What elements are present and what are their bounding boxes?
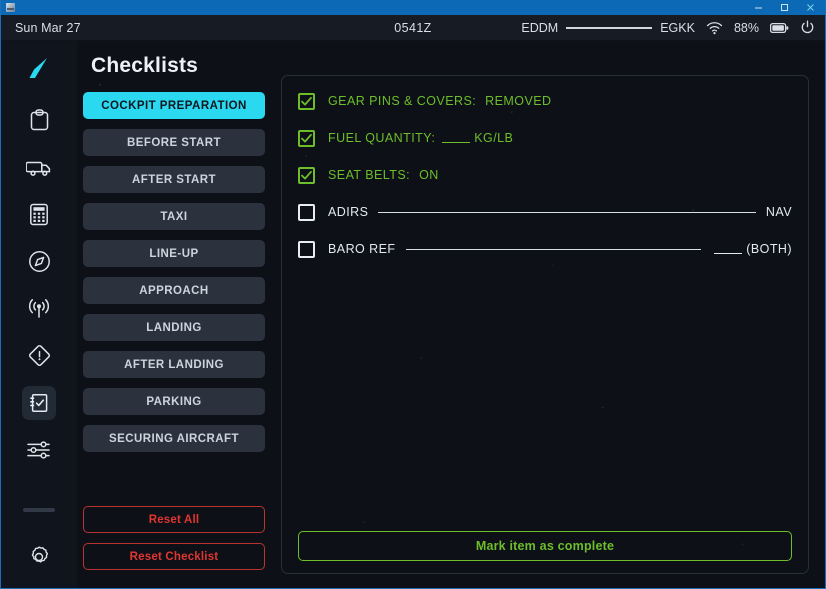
fill-in-blank bbox=[714, 245, 742, 254]
checklist-nav: Checklists COCKPIT PREPARATION BEFORE ST… bbox=[77, 41, 275, 588]
checkbox-unchecked-icon[interactable] bbox=[298, 204, 315, 221]
checklist-item-value-group: KG/LB bbox=[439, 131, 513, 145]
close-icon[interactable] bbox=[797, 0, 823, 15]
checklist-panel: GEAR PINS & COVERS: REMOVED FUEL QUANTIT… bbox=[281, 75, 809, 574]
checklist-item-value: REMOVED bbox=[485, 94, 551, 108]
app-window: Sun Mar 27 0541Z EDDM EGKK 88% bbox=[0, 0, 826, 589]
sidebar-item-checklists[interactable] bbox=[22, 386, 56, 420]
route-destination: EGKK bbox=[660, 21, 695, 35]
reset-checklist-button[interactable]: Reset Checklist bbox=[83, 543, 265, 570]
checklist-item-adirs[interactable]: ADIRS NAV bbox=[298, 201, 792, 223]
checklist-item-label: FUEL QUANTITY: bbox=[328, 131, 435, 145]
fill-in-blank bbox=[442, 134, 470, 143]
status-bar: Sun Mar 27 0541Z EDDM EGKK 88% bbox=[1, 15, 825, 41]
checkbox-checked-icon[interactable] bbox=[298, 167, 315, 184]
app-icon bbox=[6, 3, 15, 12]
calculator-icon bbox=[29, 203, 49, 226]
checklist-button-line-up[interactable]: LINE-UP bbox=[83, 240, 265, 267]
checklist-item-label: SEAT BELTS: bbox=[328, 168, 410, 182]
checklist-item-label: ADIRS bbox=[328, 205, 368, 219]
checkbox-checked-icon[interactable] bbox=[298, 130, 315, 147]
checklist-items: GEAR PINS & COVERS: REMOVED FUEL QUANTIT… bbox=[298, 90, 792, 531]
body-area: Checklists COCKPIT PREPARATION BEFORE ST… bbox=[1, 41, 825, 588]
rail-divider bbox=[23, 508, 55, 512]
checklist-item-gear-pins-covers[interactable]: GEAR PINS & COVERS: REMOVED bbox=[298, 90, 792, 112]
page-title: Checklists bbox=[91, 54, 265, 78]
maximize-icon[interactable] bbox=[771, 0, 797, 15]
checklist-item-label: GEAR PINS & COVERS: bbox=[328, 94, 476, 108]
sidebar-item-failures[interactable] bbox=[22, 339, 56, 373]
truck-icon bbox=[26, 158, 52, 178]
wifi-icon[interactable] bbox=[706, 21, 723, 35]
sidebar-item-atc[interactable] bbox=[22, 292, 56, 326]
checklist-item-value: NAV bbox=[766, 205, 792, 219]
leader-line bbox=[406, 249, 702, 250]
checkbox-checked-icon[interactable] bbox=[298, 93, 315, 110]
clipboard-icon bbox=[29, 109, 50, 132]
nav-spacer bbox=[83, 462, 265, 506]
status-right-group: EDDM EGKK 88% bbox=[521, 20, 815, 35]
checklist-item-baro-ref[interactable]: BARO REF (BOTH) bbox=[298, 238, 792, 260]
window-controls bbox=[745, 0, 823, 15]
window-titlebar bbox=[1, 0, 825, 15]
minimize-icon[interactable] bbox=[745, 0, 771, 15]
checklist-item-value: (BOTH) bbox=[746, 242, 792, 256]
checklist-item-seat-belts[interactable]: SEAT BELTS: ON bbox=[298, 164, 792, 186]
sidebar-item-settings[interactable] bbox=[22, 540, 56, 574]
status-date: Sun Mar 27 bbox=[15, 21, 81, 35]
sliders-icon bbox=[26, 440, 52, 460]
checklist-icon bbox=[28, 392, 50, 414]
sidebar-item-performance[interactable] bbox=[22, 198, 56, 232]
checklist-button-after-start[interactable]: AFTER START bbox=[83, 166, 265, 193]
leader-line bbox=[378, 212, 755, 213]
mark-item-complete-button[interactable]: Mark item as complete bbox=[298, 531, 792, 561]
route-origin: EDDM bbox=[521, 21, 558, 35]
battery-percent: 88% bbox=[734, 21, 759, 35]
checklist-button-after-landing[interactable]: AFTER LANDING bbox=[83, 351, 265, 378]
airline-tail-logo bbox=[17, 47, 61, 91]
compass-icon bbox=[28, 250, 51, 273]
battery-icon bbox=[770, 22, 789, 34]
checkbox-unchecked-icon[interactable] bbox=[298, 241, 315, 258]
checklist-button-securing-aircraft[interactable]: SECURING AIRCRAFT bbox=[83, 425, 265, 452]
checklist-item-value: ON bbox=[419, 168, 439, 182]
checklist-button-taxi[interactable]: TAXI bbox=[83, 203, 265, 230]
checklist-button-before-start[interactable]: BEFORE START bbox=[83, 129, 265, 156]
checklist-item-fuel-quantity[interactable]: FUEL QUANTITY: KG/LB bbox=[298, 127, 792, 149]
reset-all-button[interactable]: Reset All bbox=[83, 506, 265, 533]
checklist-item-value-group: (BOTH) bbox=[711, 242, 792, 256]
sidebar-item-navigation[interactable] bbox=[22, 245, 56, 279]
gear-icon bbox=[27, 545, 51, 569]
icon-rail bbox=[1, 41, 77, 588]
checklist-item-value: KG/LB bbox=[474, 131, 513, 145]
sidebar-item-controls[interactable] bbox=[22, 433, 56, 467]
checklist-button-approach[interactable]: APPROACH bbox=[83, 277, 265, 304]
sidebar-item-dispatch[interactable] bbox=[22, 104, 56, 138]
sidebar-item-ground-services[interactable] bbox=[22, 151, 56, 185]
radio-broadcast-icon bbox=[26, 299, 52, 319]
checklist-button-cockpit-preparation[interactable]: COCKPIT PREPARATION bbox=[83, 92, 265, 119]
warning-diamond-icon bbox=[28, 344, 51, 367]
titlebar-left bbox=[6, 3, 15, 12]
checklist-button-parking[interactable]: PARKING bbox=[83, 388, 265, 415]
checklist-item-label: BARO REF bbox=[328, 242, 396, 256]
route-line bbox=[566, 27, 652, 29]
route-indicator: EDDM EGKK bbox=[521, 21, 695, 35]
power-icon[interactable] bbox=[800, 20, 815, 35]
checklist-button-landing[interactable]: LANDING bbox=[83, 314, 265, 341]
